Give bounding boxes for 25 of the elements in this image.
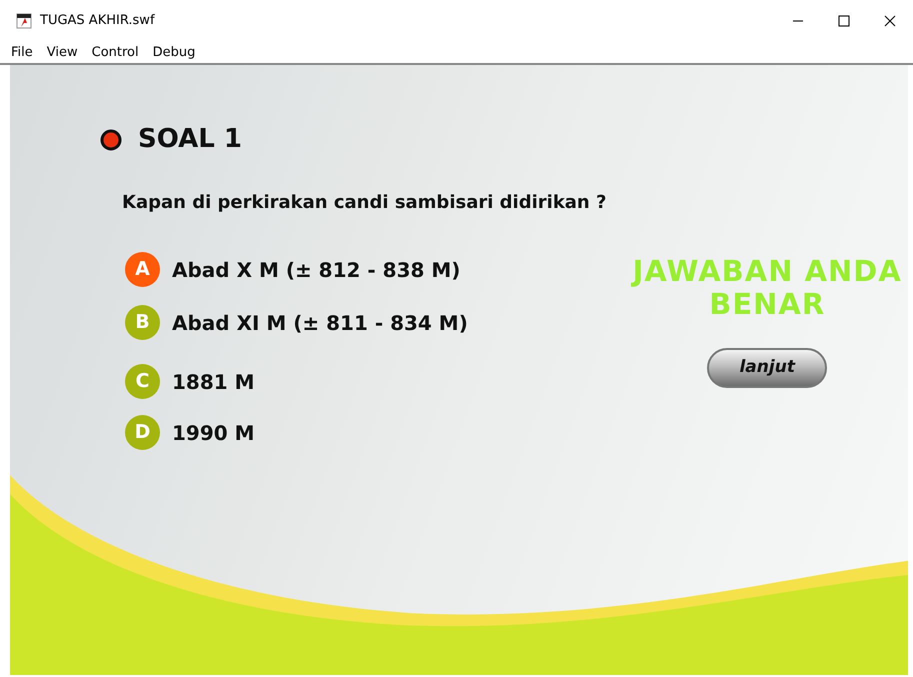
answer-option[interactable]: A Abad X M (± 812 - 838 M)	[125, 252, 606, 287]
option-letter: D	[125, 415, 160, 450]
answer-option[interactable]: B Abad XI M (± 811 - 834 M)	[125, 305, 606, 340]
menu-item[interactable]: File	[4, 42, 40, 62]
app-icon	[16, 13, 32, 29]
menu-item[interactable]: View	[40, 42, 85, 62]
question-text: Kapan di perkirakan candi sambisari didirikan ?	[122, 191, 606, 215]
next-button[interactable]: lanjut	[707, 348, 828, 388]
result-message: JAWABAN ANDA BENAR	[630, 255, 903, 322]
bullet-icon	[100, 128, 122, 150]
close-icon	[884, 15, 896, 27]
option-letter: A	[125, 252, 160, 287]
maximize-icon	[838, 15, 850, 27]
answer-option[interactable]: C 1881 M	[125, 364, 606, 399]
option-text: Abad XI M (± 811 - 834 M)	[172, 310, 468, 336]
answer-option[interactable]: D 1990 M	[125, 415, 606, 450]
menu-item[interactable]: Debug	[146, 42, 202, 62]
menu-item[interactable]: Control	[84, 42, 146, 62]
question-number: SOAL 1	[138, 123, 242, 156]
option-letter: B	[125, 305, 160, 340]
window-title: TUGAS AKHIR.swf	[40, 12, 156, 30]
option-text: 1881 M	[172, 368, 255, 396]
option-text: Abad X M (± 812 - 838 M)	[172, 256, 460, 284]
option-letter: C	[125, 364, 160, 399]
option-text: 1990 M	[172, 420, 255, 446]
